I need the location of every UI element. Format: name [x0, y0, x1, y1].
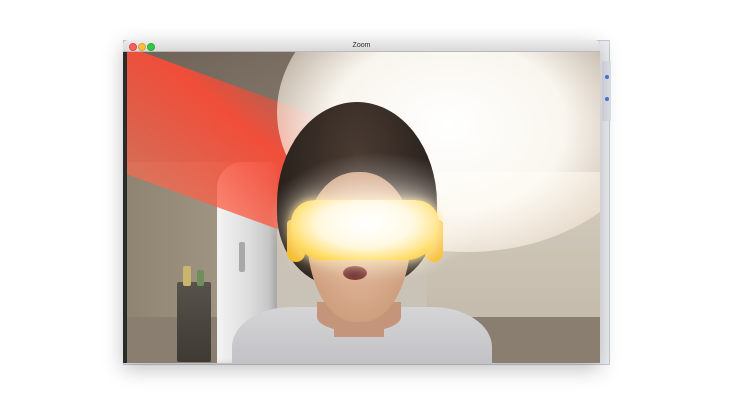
background-toolbar-strip [602, 61, 611, 121]
shelf [177, 282, 211, 362]
video-feed [127, 52, 600, 363]
background-indicator-icon [605, 75, 609, 79]
zoom-window: Zoom [123, 40, 600, 363]
visor-glow [267, 152, 487, 282]
bottle [197, 270, 204, 286]
window-title: Zoom [352, 42, 371, 49]
bottle [183, 266, 191, 286]
refrigerator-handle [239, 242, 245, 272]
title-bar[interactable]: Zoom [123, 40, 600, 52]
background-indicator-icon [605, 97, 609, 101]
